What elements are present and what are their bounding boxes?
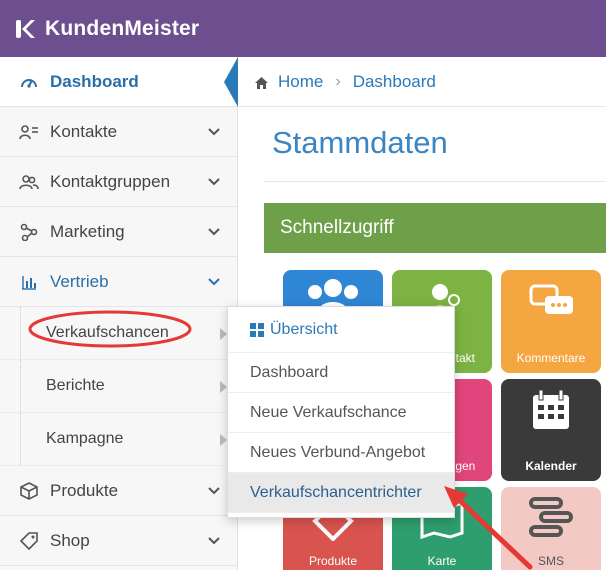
page-title: Stammdaten [272,125,448,160]
sidebar: Dashboard Kontakte Kontaktgruppen Market… [0,57,238,570]
tile-label: Produkte [308,554,358,568]
caret-right-icon [220,328,227,340]
group-icon [18,171,40,193]
sidebar-item-kontakte[interactable]: Kontakte [0,107,237,157]
comments-icon [529,284,573,314]
tree-line [20,307,21,359]
chevron-down-icon[interactable] [207,483,221,497]
chevron-down-icon[interactable] [207,174,221,188]
sms-icon [529,497,573,537]
chevron-right-icon: › [335,72,341,90]
sidebar-subitem-verkaufschancen[interactable]: Verkaufschancen [0,307,237,360]
tile-kalender[interactable]: Kalender [501,379,601,481]
menu-item-label: Neues Verbund-Angebot [250,443,426,461]
chevron-down-icon[interactable] [207,224,221,238]
tile-sms[interactable]: SMS [501,487,601,570]
menu-item-label: Verkaufschancentrichter [250,483,422,501]
top-bar: KundenMeister [0,0,606,57]
sidebar-subitem-label: Kampagne [46,430,124,447]
tag-icon [18,530,40,552]
sidebar-item-produkte[interactable]: Produkte [0,466,237,516]
divider [264,181,606,182]
menu-item-label: Übersicht [270,320,338,338]
menu-item-neues-verbund-angebot[interactable]: Neues Verbund-Angebot [228,433,454,473]
breadcrumb-home[interactable]: Home [278,72,323,92]
box-icon [18,480,40,502]
caret-right-icon [220,434,227,446]
menu-item-neue-verkaufschance[interactable]: Neue Verkaufschance [228,393,454,433]
tree-line [20,360,21,412]
sidebar-item-label: Dashboard [50,71,139,91]
breadcrumb: Home › Dashboard [238,57,606,107]
menu-item-dashboard[interactable]: Dashboard [228,353,454,393]
sidebar-subitem-label: Berichte [46,377,105,394]
sidebar-item-label: Vertrieb [50,271,109,291]
sidebar-item-label: Kontakte [50,121,118,141]
tree-line [20,413,21,465]
logo-icon [14,18,36,40]
contacts-icon [18,121,40,143]
panel-header: Schnellzugriff [264,203,606,253]
panel-title: Schnellzugriff [280,217,394,238]
tile-label: Kalender [525,459,577,473]
sidebar-item-label: Kontaktgruppen [50,171,171,191]
sidebar-item-label: Shop [50,530,90,550]
sidebar-item-label: Marketing [50,221,125,241]
tile-label: Kommentare [516,351,586,365]
sidebar-item-label: Produkte [50,480,119,500]
home-icon[interactable] [254,75,269,89]
sidebar-item-vertrieb[interactable]: Vertrieb [0,257,237,307]
breadcrumb-current[interactable]: Dashboard [353,72,436,92]
sidebar-item-kontaktgruppen[interactable]: Kontaktgruppen [0,157,237,207]
caret-right-icon [220,381,227,393]
tile-label: Karte [427,554,457,568]
gauge-icon [18,71,40,93]
tile-label: SMS [537,554,564,568]
app-name[interactable]: KundenMeister [45,17,199,41]
menu-item-verkaufschancentrichter[interactable]: Verkaufschancentrichter [228,473,454,513]
calendar-icon [533,389,569,429]
share-icon [18,221,40,243]
chevron-down-icon[interactable] [207,533,221,547]
sidebar-subitem-kampagne[interactable]: Kampagne [0,413,237,466]
menu-item-label: Dashboard [250,363,329,381]
verkaufschancen-flyout-menu: Übersicht Dashboard Neue Verkaufschance … [227,306,455,518]
active-indicator [224,57,238,107]
grid-icon [250,322,264,337]
sidebar-item-shop[interactable]: Shop [0,516,237,566]
menu-item-uebersicht[interactable]: Übersicht [228,307,454,353]
tile-kommentare[interactable]: Kommentare [501,270,601,373]
menu-item-label: Neue Verkaufschance [250,403,407,421]
bar-chart-icon [18,271,40,293]
sidebar-subitem-berichte[interactable]: Berichte [0,360,237,413]
sidebar-item-dashboard[interactable]: Dashboard [0,57,238,107]
sidebar-subitem-label: Verkaufschancen [46,324,169,341]
sidebar-item-marketing[interactable]: Marketing [0,207,237,257]
chevron-down-icon[interactable] [207,124,221,138]
chevron-down-icon[interactable] [207,274,221,288]
